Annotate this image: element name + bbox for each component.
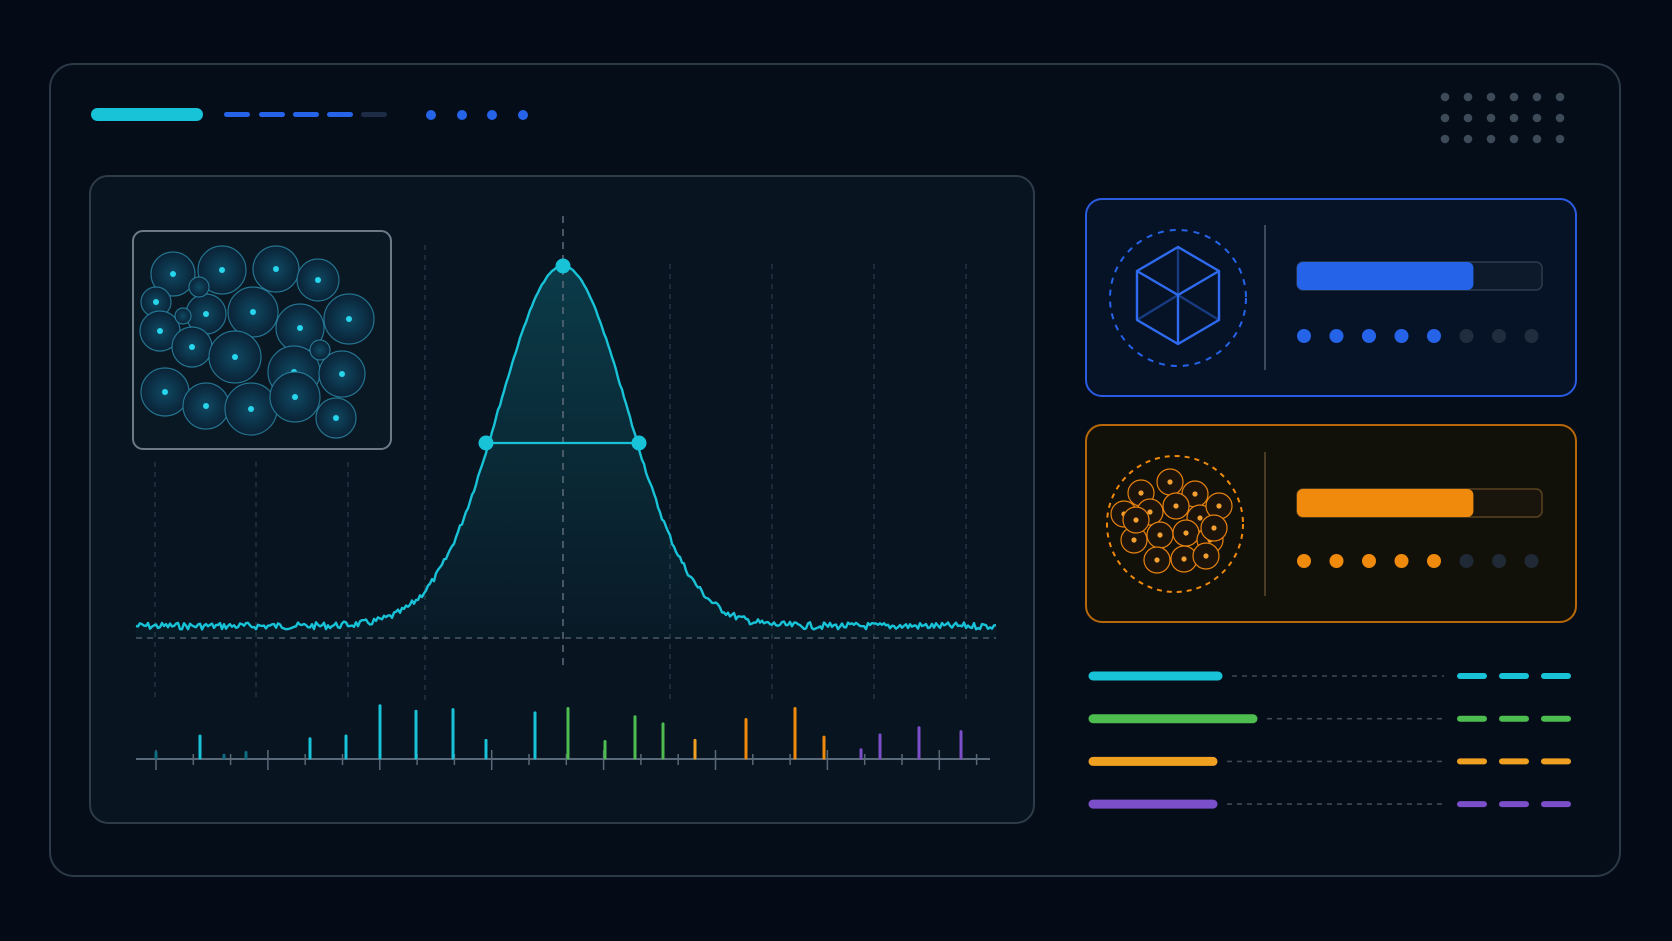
cell-nucleus [153,299,159,305]
cell-nucleus [315,277,321,283]
step-dot [1459,554,1474,568]
cell-nucleus [292,394,298,400]
grid-dot [1555,113,1565,123]
progress-pill [91,108,203,121]
step-dot [1524,329,1539,343]
grid-dot [1509,92,1519,102]
cluster-cell-nucleus [1154,557,1160,563]
cell-nucleus [170,271,176,277]
grid-dot [1463,134,1473,144]
cell-nucleus [333,415,339,421]
cluster-cell-nucleus [1203,553,1209,559]
grid-dot [1555,134,1565,144]
step-dot [1524,554,1539,568]
step-dot [1394,329,1409,343]
cluster-cell-nucleus [1147,509,1153,515]
cell-nucleus [162,389,168,395]
cell [174,307,192,325]
cluster-cell-nucleus [1167,479,1173,485]
cell-thumbnail[interactable] [132,230,392,450]
step-dot [1492,329,1506,343]
step-dot [1362,554,1376,568]
cell-nucleus [203,403,209,409]
card-blue-frame [1085,198,1577,397]
cell-nucleus [248,406,254,412]
grid-dot [1463,92,1473,102]
cell [309,339,331,361]
cluster-cell-nucleus [1138,490,1144,496]
cell [188,276,210,298]
step-dot [1427,554,1441,568]
step-dot [1427,329,1441,343]
step-dot [1394,554,1409,568]
cluster-cell-nucleus [1211,525,1217,531]
grid-dot [1555,92,1565,102]
card-orange-progress-fill [1297,489,1474,517]
half-max-left-marker[interactable] [478,435,494,451]
cluster-cell-nucleus [1181,556,1187,562]
cell-nucleus [339,371,345,377]
half-max-right-marker[interactable] [631,435,647,451]
cell-nucleus [203,311,209,317]
grid-dot [1509,113,1519,123]
dashboard-canvas [49,63,1621,877]
cluster-cell-nucleus [1216,503,1222,509]
grid-dot [1532,92,1542,102]
cluster-cell-nucleus [1197,515,1203,521]
cluster-cell-nucleus [1131,537,1137,543]
cell-nucleus [273,266,279,272]
card-blue-progress-fill [1297,262,1474,290]
grid-dot [1486,134,1496,144]
cell-nucleus [189,344,195,350]
cell-nucleus [219,267,225,273]
grid-dot [1486,113,1496,123]
step-dot [1459,329,1474,343]
cluster-cell-nucleus [1157,532,1163,538]
cluster-cell-nucleus [1173,503,1179,509]
cluster-cell-nucleus [1133,517,1139,523]
step-dot [1329,554,1344,568]
grid-dot [1532,113,1542,123]
step-dot [1492,554,1506,568]
grid-dot [1486,92,1496,102]
dash-segments [224,112,387,117]
card-orange[interactable] [1085,424,1577,623]
cell-nucleus [250,309,256,315]
grid-dot [1509,134,1519,144]
grid-dot [1440,92,1450,102]
step-dot [1297,554,1311,568]
grid-dot [1440,134,1450,144]
step-dot [1362,329,1376,343]
grid-dot [1463,113,1473,123]
peak-top-marker[interactable] [555,258,571,274]
cluster-cell-nucleus [1192,491,1198,497]
cell-nucleus [232,354,238,360]
grid-dot [1440,113,1450,123]
card-blue[interactable] [1085,198,1577,397]
cell-nucleus [346,316,352,322]
cell-nucleus [157,328,163,334]
cell-nucleus [297,325,303,331]
step-dot [1329,329,1344,343]
grid-dot [1532,134,1542,144]
cluster-cell-nucleus [1183,530,1189,536]
step-dot [1297,329,1311,343]
